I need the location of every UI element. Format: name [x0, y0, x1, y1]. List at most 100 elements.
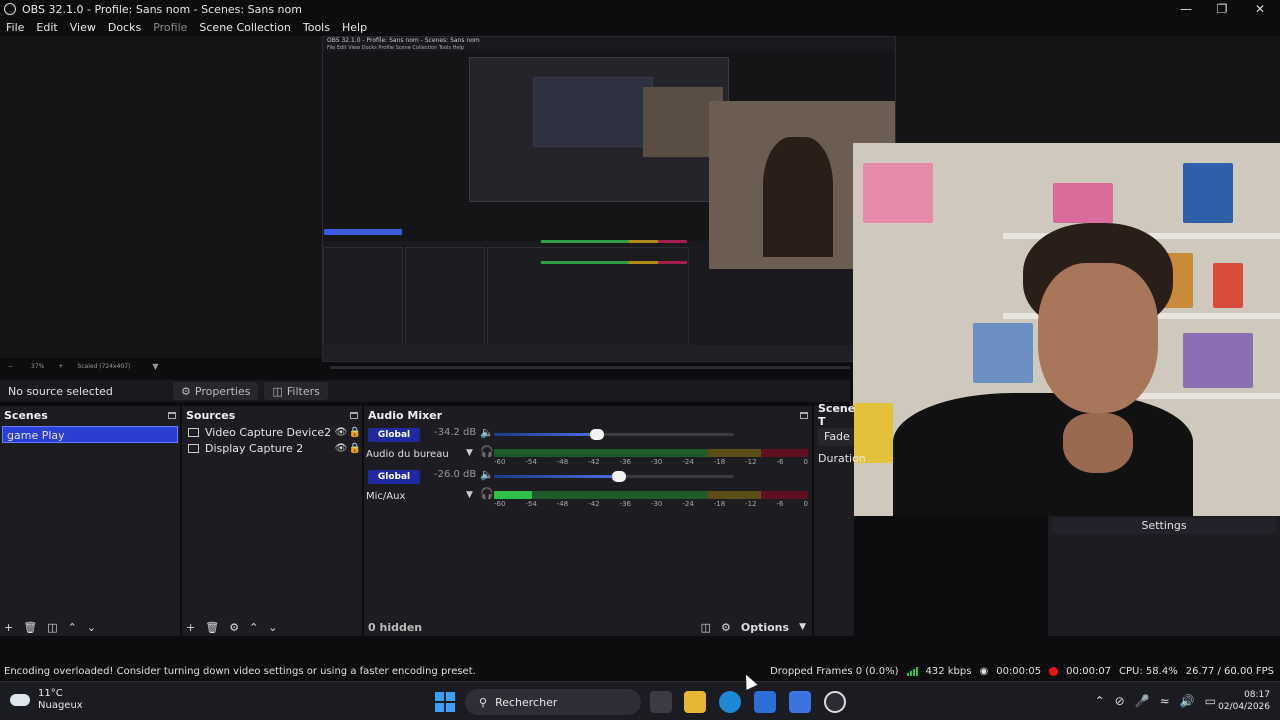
meter-tick-label: -24: [682, 458, 694, 466]
store-icon[interactable]: [754, 691, 776, 713]
filter-icon: ◫: [272, 384, 283, 398]
source-item[interactable]: Video Capture Device2 👁 🔒: [182, 424, 362, 440]
mixer-footer: 0 hidden ◫ ⚙ Options ▼: [364, 618, 812, 636]
meter-tick-label: -60: [494, 458, 506, 466]
remove-icon[interactable]: 🗑: [23, 621, 37, 634]
shelf-item: [1183, 333, 1253, 388]
speaker-icon[interactable]: 🔈: [480, 426, 494, 439]
filter-icon[interactable]: ◫: [47, 621, 57, 634]
speaker-icon[interactable]: 🔈: [480, 468, 494, 481]
chevron-down-icon[interactable]: ▼: [466, 448, 473, 458]
start-icon[interactable]: [435, 692, 455, 712]
nested-title: OBS 32.1.0 - Profile: Sans nom - Scenes:…: [327, 37, 480, 44]
source-item[interactable]: Display Capture 2 👁 🔒: [182, 440, 362, 456]
lock-icon[interactable]: 🔒: [348, 443, 362, 454]
system-tray: ⌃ ⊘ 🎤 ≈ 🔊 ▭: [1095, 694, 1216, 708]
add-icon[interactable]: +: [186, 621, 195, 634]
obs-taskbar-icon[interactable]: [824, 691, 846, 713]
wifi-icon[interactable]: ≈: [1160, 694, 1170, 708]
channel-name: Audio du bureau: [366, 449, 449, 460]
duration-label: Duration: [818, 452, 866, 465]
meter-tick-label: 0: [803, 500, 808, 508]
chevron-down-icon[interactable]: ▼: [799, 622, 806, 632]
obs-logo-icon: [4, 3, 16, 15]
meter-ticks: -60 -54 -48 -42 -36 -30 -24 -18 -12 -6 0: [494, 458, 808, 466]
move-up-icon[interactable]: ⌃: [249, 621, 258, 634]
scale-dropdown-icon[interactable]: ▼: [152, 362, 158, 371]
undock-icon[interactable]: [168, 411, 176, 419]
volume-icon[interactable]: 🔊: [1180, 694, 1195, 708]
menu-help[interactable]: Help: [336, 21, 373, 34]
volume-slider[interactable]: [494, 471, 734, 482]
close-icon[interactable]: ✕: [1242, 0, 1278, 18]
visibility-icon[interactable]: 👁: [334, 427, 348, 438]
volume-slider[interactable]: [494, 429, 734, 440]
scenes-header: Scenes: [0, 406, 180, 424]
windows-taskbar: 11°C Nuageux ⚲ Rechercher ⌃ ⊘ 🎤 ≈ 🔊 ▭ 08…: [0, 681, 1280, 720]
slider-knob[interactable]: [590, 429, 605, 440]
menu-scene-collection[interactable]: Scene Collection: [193, 21, 296, 34]
settings-button[interactable]: Settings: [1052, 518, 1276, 534]
meter-tick-label: -6: [776, 500, 784, 508]
filters-button[interactable]: ◫ Filters: [264, 382, 328, 400]
search-box[interactable]: ⚲ Rechercher: [465, 689, 641, 715]
move-down-icon[interactable]: ⌄: [268, 621, 277, 634]
task-view-icon[interactable]: [650, 691, 672, 713]
meter-tick-label: -6: [776, 458, 784, 466]
camera-off-icon[interactable]: ⊘: [1115, 694, 1125, 708]
undock-icon[interactable]: [800, 411, 808, 419]
zoom-out-icon[interactable]: −: [8, 363, 13, 370]
encoding-warning: Encoding overloaded! Consider turning do…: [4, 665, 476, 677]
menu-profile[interactable]: Profile: [147, 21, 193, 34]
sources-dock: Sources Video Capture Device2 👁 🔒 Displa…: [182, 406, 362, 636]
chevron-down-icon[interactable]: ▼: [466, 490, 473, 500]
meter-tick-label: -24: [682, 500, 694, 508]
microphone-icon[interactable]: 🎤: [1135, 694, 1150, 708]
source-name: Display Capture 2: [205, 441, 304, 455]
edge-icon[interactable]: [719, 691, 741, 713]
mode-button[interactable]: Global: [368, 428, 420, 442]
menu-view[interactable]: View: [64, 21, 102, 34]
chevron-up-icon[interactable]: ⌃: [1095, 694, 1105, 708]
remove-icon[interactable]: 🗑: [205, 621, 219, 634]
fps: 26.77 / 60.00 FPS: [1185, 665, 1274, 677]
visibility-icon[interactable]: 👁: [334, 443, 348, 454]
undock-icon[interactable]: [350, 411, 358, 419]
mode-button[interactable]: Global: [368, 470, 420, 484]
search-icon: ⚲: [479, 695, 488, 709]
source-toolbar: No source selected ⚙ Properties ◫ Filter…: [0, 380, 850, 402]
minimize-icon[interactable]: —: [1168, 0, 1204, 18]
options-button[interactable]: Options: [741, 621, 789, 634]
hidden-count[interactable]: 0 hidden: [368, 621, 422, 634]
properties-button[interactable]: ⚙ Properties: [173, 382, 259, 400]
scene-item[interactable]: game Play: [2, 426, 178, 443]
layout-icon[interactable]: ◫: [701, 621, 711, 634]
headphones-icon[interactable]: 🎧: [480, 487, 494, 500]
no-source-label: No source selected: [8, 384, 113, 398]
sources-title: Sources: [186, 408, 236, 422]
menu-file[interactable]: File: [0, 21, 30, 34]
lock-icon[interactable]: 🔒: [348, 427, 362, 438]
preview-scrollbar[interactable]: [330, 366, 850, 369]
gear-icon[interactable]: ⚙: [721, 621, 731, 634]
file-explorer-icon[interactable]: [684, 691, 706, 713]
menu-edit[interactable]: Edit: [30, 21, 63, 34]
zoom-in-icon[interactable]: +: [58, 363, 63, 370]
nested-person: [763, 137, 833, 257]
add-icon[interactable]: +: [4, 621, 13, 634]
weather-widget[interactable]: 11°C Nuageux: [10, 688, 83, 712]
gear-icon[interactable]: ⚙: [229, 621, 239, 634]
menu-tools[interactable]: Tools: [297, 21, 336, 34]
menu-docks[interactable]: Docks: [102, 21, 147, 34]
clock[interactable]: 08:17 02/04/2026: [1218, 689, 1270, 713]
meter-tick-label: -54: [525, 500, 537, 508]
move-up-icon[interactable]: ⌃: [68, 621, 77, 634]
move-down-icon[interactable]: ⌄: [87, 621, 96, 634]
headphones-icon[interactable]: 🎧: [480, 445, 494, 458]
outlook-icon[interactable]: [789, 691, 811, 713]
maximize-icon[interactable]: ❐: [1204, 0, 1240, 18]
meter-tick-label: -54: [525, 458, 537, 466]
transition-select[interactable]: Fade: [818, 428, 854, 446]
battery-icon[interactable]: ▭: [1205, 694, 1216, 708]
slider-knob[interactable]: [611, 471, 626, 482]
